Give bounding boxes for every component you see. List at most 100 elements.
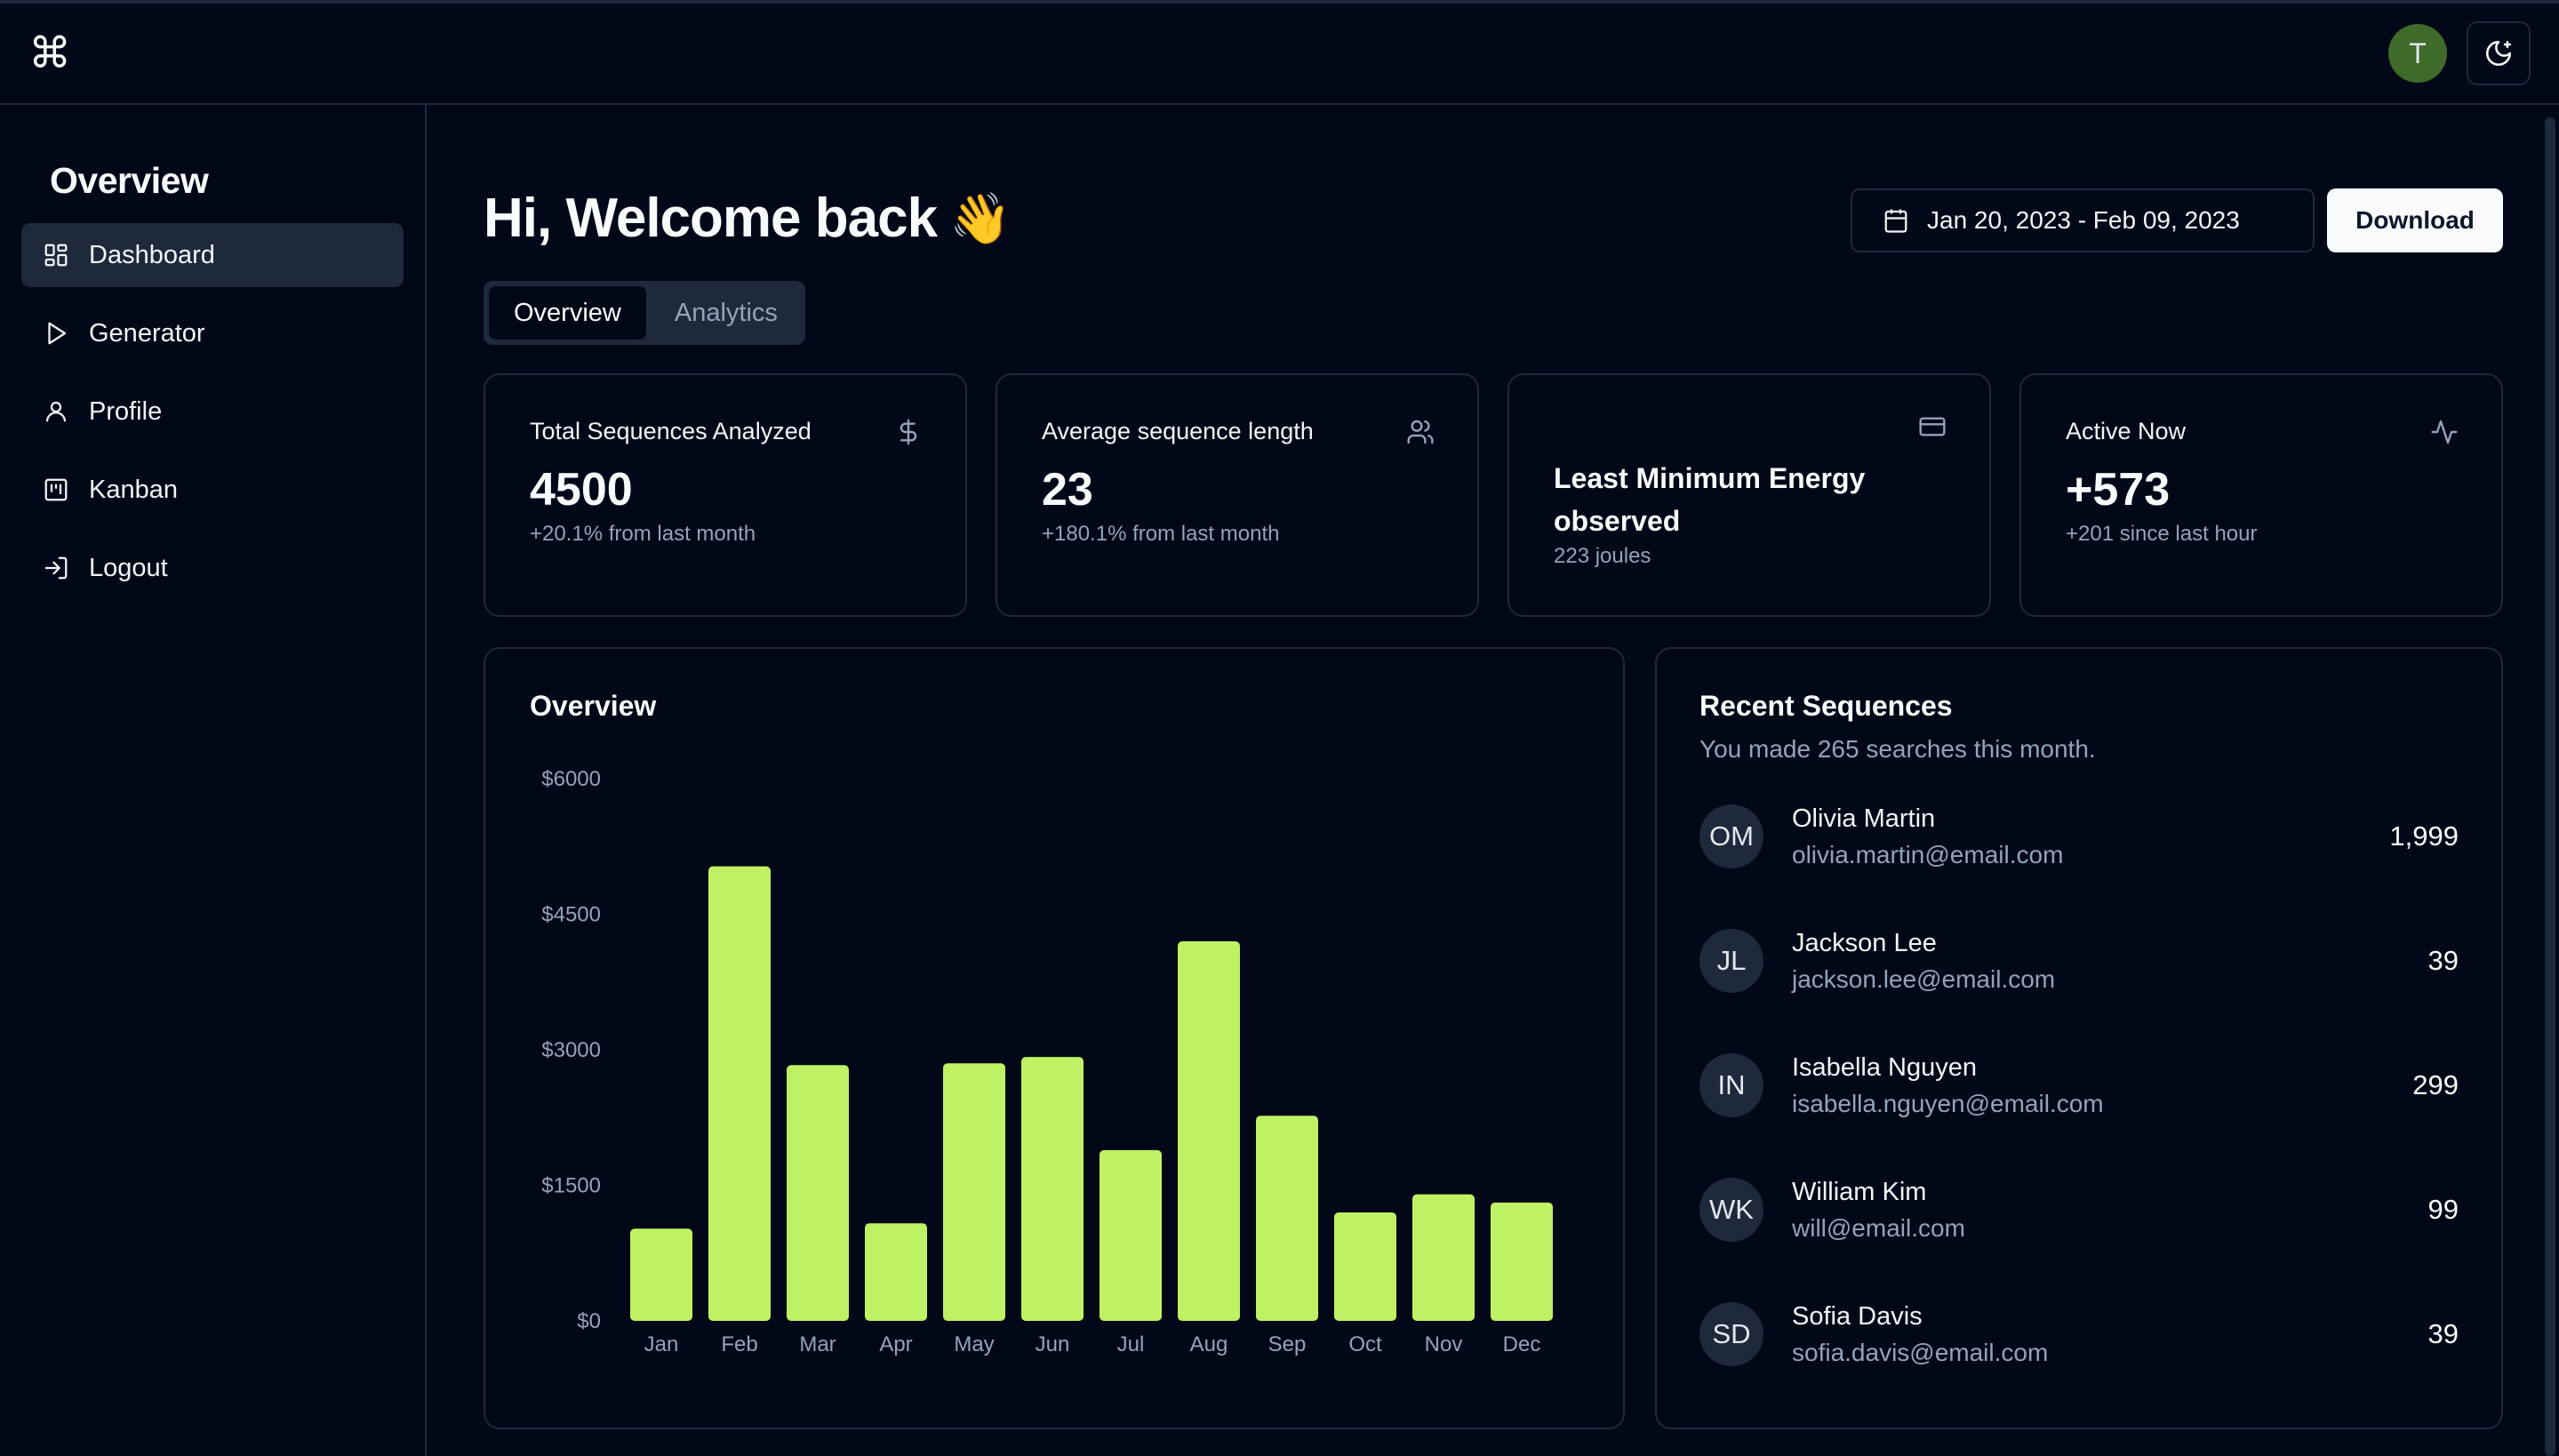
calendar-icon xyxy=(1884,209,1907,233)
bar-oct[interactable] xyxy=(1334,1212,1396,1321)
stat-card-least-energy: Least Minimum Energy observed 223 joules xyxy=(1507,373,1991,617)
x-tick-label: Jun xyxy=(1036,1332,1070,1356)
command-logo-icon[interactable]: ⌘ xyxy=(28,32,71,75)
card-value: +573 xyxy=(2066,464,2171,516)
sidebar-item-kanban[interactable]: Kanban xyxy=(21,458,404,522)
recent-list: OM Olivia Martin olivia.martin@email.com … xyxy=(1699,803,2459,1368)
overview-chart-card: Overview $0 $1500 $3000 $4500 $6000 Jan Feb Mar… xyxy=(484,647,1625,1429)
person-email: olivia.martin@email.com xyxy=(1792,840,2064,868)
recent-title: Recent Sequences xyxy=(1699,690,1953,722)
date-range-text: Jan 20, 2023 - Feb 09, 2023 xyxy=(1927,206,2240,234)
bar-jan[interactable] xyxy=(630,1228,692,1321)
card-label: Average sequence length xyxy=(1042,418,1314,444)
amount: 99 xyxy=(2427,1194,2459,1225)
person-name: William Kim xyxy=(1792,1177,1927,1206)
person-email: sofia.davis@email.com xyxy=(1792,1338,2049,1366)
x-tick-label: Jan xyxy=(644,1332,679,1356)
card-value: 23 xyxy=(1042,464,1093,516)
person-name: Olivia Martin xyxy=(1792,804,1936,833)
bar-sep[interactable] xyxy=(1256,1116,1318,1321)
bar-mar[interactable] xyxy=(787,1065,849,1321)
overview-bar-chart: $0 $1500 $3000 $4500 $6000 Jan Feb Mar Apr May Jun… xyxy=(541,767,1553,1356)
bar-nov[interactable] xyxy=(1412,1194,1475,1321)
stat-card-average-length: Average sequence length 23 +180.1% from … xyxy=(996,373,1479,617)
x-tick-label: Apr xyxy=(879,1332,912,1356)
list-item: WK William Kim will@email.com 99 xyxy=(1699,1176,2459,1244)
scrollbar-thumb[interactable] xyxy=(2545,117,2555,1456)
avatar: JL xyxy=(1699,929,1763,993)
y-tick-label: $0 xyxy=(577,1309,601,1333)
x-tick-label: Nov xyxy=(1425,1332,1463,1356)
amount: 1,999 xyxy=(2389,820,2459,852)
activity-icon xyxy=(2431,420,2458,444)
amount: 39 xyxy=(2427,945,2459,976)
sidebar: Overview Dashboard Generator Profile Kan… xyxy=(0,105,427,1456)
person-name: Sofia Davis xyxy=(1792,1301,1923,1331)
sidebar-item-label: Kanban xyxy=(89,475,178,504)
x-tick-label: Mar xyxy=(799,1332,836,1356)
person-email: isabella.nguyen@email.com xyxy=(1792,1089,2104,1117)
sidebar-title: Overview xyxy=(50,160,209,201)
card-subtext: +20.1% from last month xyxy=(530,522,756,546)
avatar: IN xyxy=(1699,1053,1763,1117)
person-email: jackson.lee@email.com xyxy=(1792,964,2056,993)
bar-feb[interactable] xyxy=(708,866,771,1321)
download-button[interactable]: Download xyxy=(2327,188,2503,252)
list-item: SD Sofia Davis sofia.davis@email.com 39 xyxy=(1699,1300,2459,1368)
theme-toggle-button[interactable] xyxy=(2467,21,2531,85)
list-item: JL Jackson Lee jackson.lee@email.com 39 xyxy=(1699,927,2459,995)
bar-apr[interactable] xyxy=(865,1223,927,1321)
tab-overview[interactable]: Overview xyxy=(489,286,646,340)
card-subtext: +201 since last hour xyxy=(2066,522,2258,546)
stat-cards: Total Sequences Analyzed 4500 +20.1% fro… xyxy=(484,373,2503,617)
dollar-icon xyxy=(900,419,917,445)
y-tick-label: $6000 xyxy=(541,767,601,791)
bar-may[interactable] xyxy=(943,1063,1005,1321)
bar-jul[interactable] xyxy=(1100,1149,1162,1321)
x-tick-label: Sep xyxy=(1268,1332,1307,1356)
sidebar-item-logout[interactable]: Logout xyxy=(21,536,404,600)
card-label: Total Sequences Analyzed xyxy=(530,418,812,444)
x-tick-label: Feb xyxy=(721,1332,757,1356)
date-range-picker[interactable]: Jan 20, 2023 - Feb 09, 2023 xyxy=(1851,188,2315,252)
y-tick-label: $3000 xyxy=(541,1038,601,1062)
avatar: OM xyxy=(1699,804,1763,868)
y-tick-label: $4500 xyxy=(541,903,601,927)
play-icon xyxy=(48,322,67,345)
amount: 39 xyxy=(2427,1318,2459,1349)
user-avatar[interactable]: T xyxy=(2388,24,2447,83)
tab-analytics[interactable]: Analytics xyxy=(650,286,803,340)
card-subtext: 223 joules xyxy=(1554,544,1651,568)
bar-dec[interactable] xyxy=(1491,1202,1553,1321)
x-tick-label: Oct xyxy=(1348,1332,1382,1356)
avatar: SD xyxy=(1699,1302,1763,1366)
log-in-icon xyxy=(44,556,68,580)
greeting-text: Hi, Welcome back xyxy=(484,188,938,249)
person-email: will@email.com xyxy=(1792,1213,1965,1242)
card-label: Active Now xyxy=(2066,418,2187,444)
kanban-icon xyxy=(44,478,68,501)
user-icon xyxy=(45,401,67,422)
sidebar-item-generator[interactable]: Generator xyxy=(21,301,404,365)
stat-card-total-sequences: Total Sequences Analyzed 4500 +20.1% fro… xyxy=(484,373,967,617)
stat-card-active-now: Active Now +573 +201 since last hour xyxy=(2019,373,2503,617)
recent-description: You made 265 searches this month. xyxy=(1699,735,2096,763)
sidebar-item-profile[interactable]: Profile xyxy=(21,380,404,444)
card-title: Least Minimum Energy observed xyxy=(1554,462,1866,537)
x-tick-label: Dec xyxy=(1503,1332,1541,1356)
waving-hand-icon: 👋 xyxy=(949,189,1012,248)
moon-icon xyxy=(2485,40,2512,67)
person-name: Jackson Lee xyxy=(1792,928,1937,957)
x-tick-label: Aug xyxy=(1190,1332,1228,1356)
bar-aug[interactable] xyxy=(1178,941,1240,1321)
layout-dashboard-icon xyxy=(44,244,68,267)
person-name: Isabella Nguyen xyxy=(1792,1052,1977,1082)
x-tick-label: May xyxy=(954,1332,994,1356)
bar-jun[interactable] xyxy=(1021,1057,1084,1321)
page-scrollbar[interactable] xyxy=(2545,117,2555,1456)
x-tick-label: Jul xyxy=(1117,1332,1145,1356)
sidebar-item-label: Generator xyxy=(89,318,205,348)
avatar: WK xyxy=(1699,1178,1763,1242)
users-icon xyxy=(1407,420,1434,444)
sidebar-item-dashboard[interactable]: Dashboard xyxy=(21,223,404,287)
